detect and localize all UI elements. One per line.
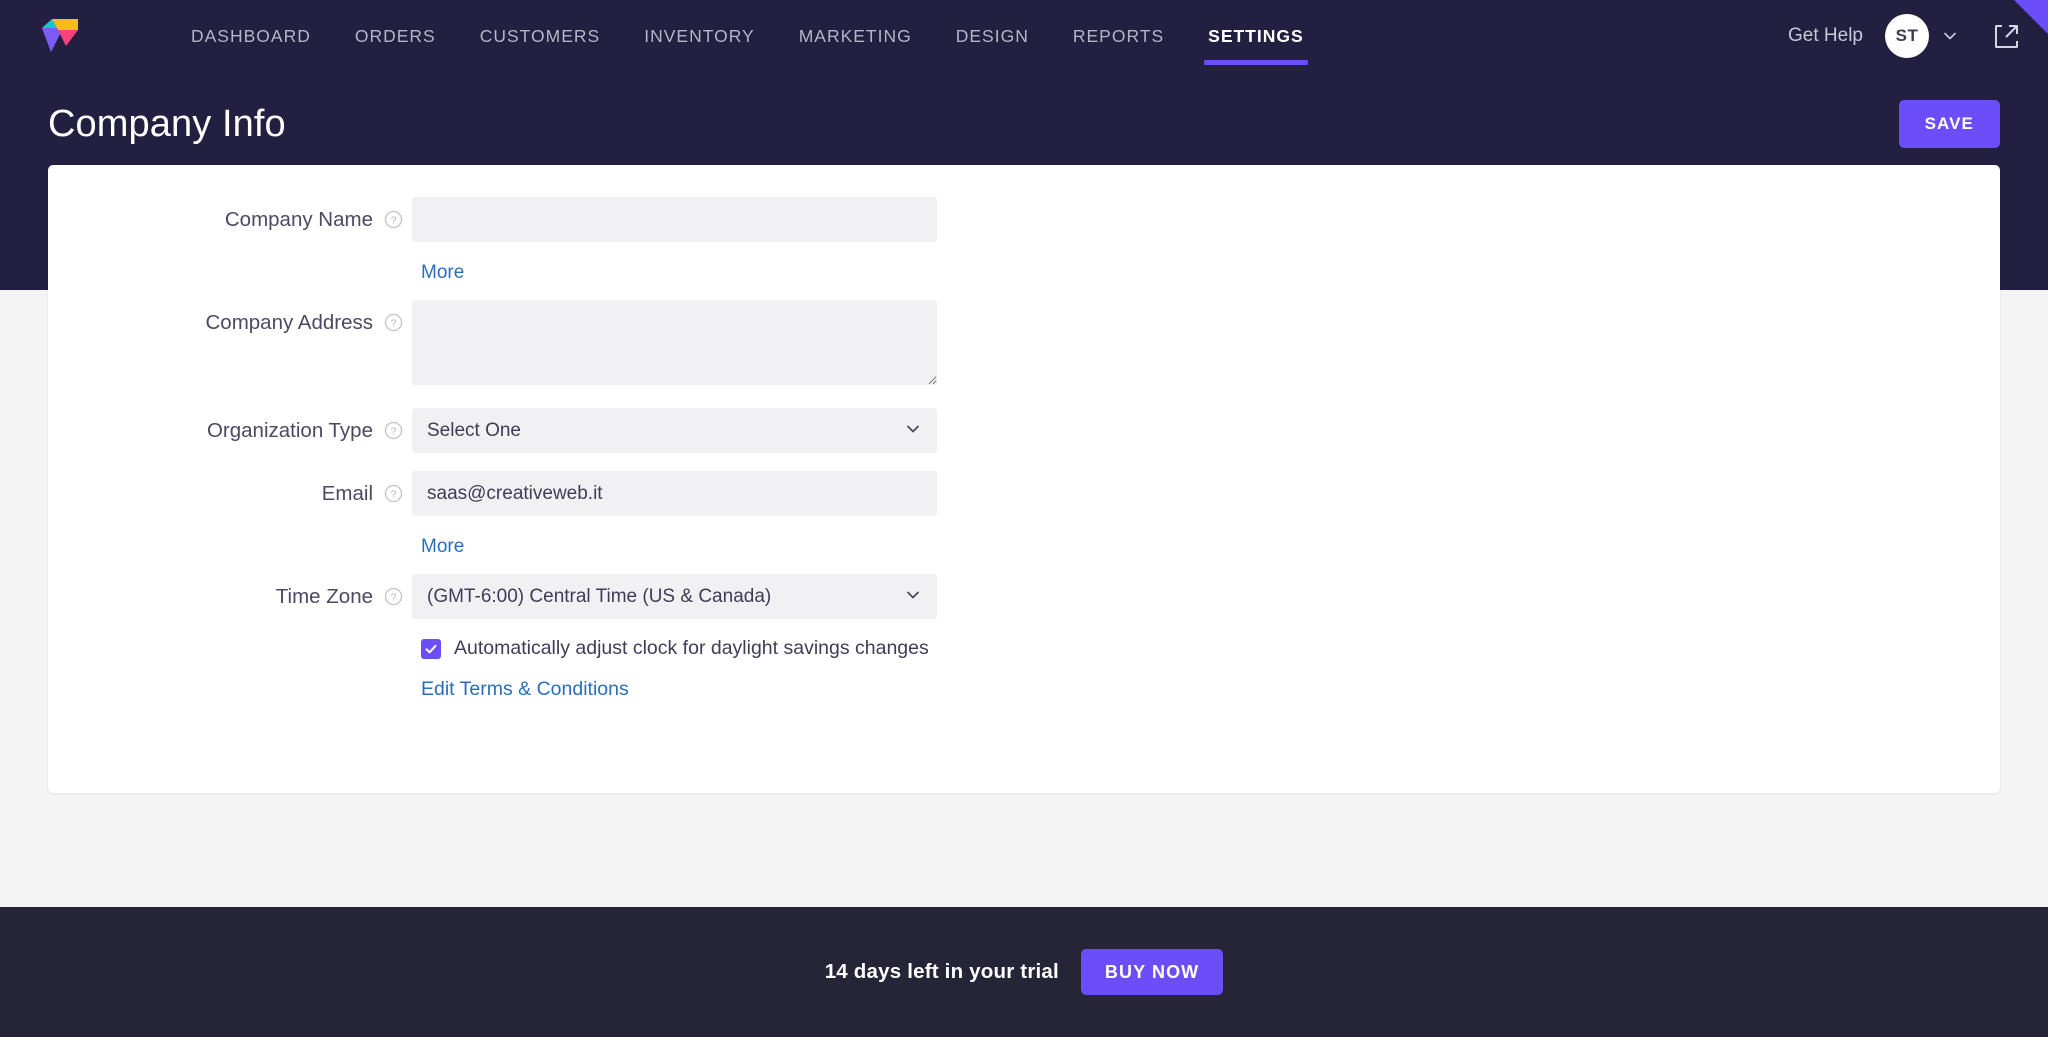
form-row-company-address: Company Address ? [48,300,2000,385]
nav-item-label: ORDERS [354,25,436,46]
nav-item-marketing[interactable]: MARKETING [777,0,934,72]
more-link-company-name[interactable]: More [421,262,464,284]
buy-now-button[interactable]: BUY NOW [1080,949,1224,995]
time-zone-select[interactable]: (GMT-6:00) Central Time (US & Canada) [412,574,937,619]
nav-item-customers[interactable]: CUSTOMERS [458,0,623,72]
daylight-savings-label: Automatically adjust clock for daylight … [454,637,929,659]
nav-item-label: REPORTS [1072,25,1165,46]
trial-status-text: 14 days left in your trial [824,960,1059,983]
help-icon[interactable]: ? [384,484,403,503]
company-info-form: Company Name ? More Company Address ? Or… [48,165,2000,701]
svg-text:?: ? [391,426,397,438]
organization-type-value: Select One [427,419,521,441]
get-help-link[interactable]: Get Help [1788,25,1863,47]
chevron-down-icon[interactable] [1941,27,1959,45]
svg-text:?: ? [391,215,397,227]
form-row-company-name: Company Name ? [48,197,2000,242]
save-button[interactable]: SAVE [1898,100,2000,148]
help-icon[interactable]: ? [384,210,403,229]
input-col-time-zone: (GMT-6:00) Central Time (US & Canada) [412,574,937,619]
label-email: Email ? [48,471,403,506]
label-company-name: Company Name ? [48,197,403,232]
field-label: Company Name [224,208,373,231]
nav-item-reports[interactable]: REPORTS [1051,0,1186,72]
page-title: Company Info [48,102,286,145]
nav-item-dashboard[interactable]: DASHBOARD [169,0,333,72]
form-row-email: Email ? [48,471,2000,516]
field-label: Organization Type [206,419,373,442]
label-time-zone: Time Zone ? [48,574,403,609]
input-col-organization-type: Select One [412,408,937,453]
help-icon[interactable]: ? [384,421,403,440]
form-row-time-zone: Time Zone ? (GMT-6:00) Central Time (US … [48,574,2000,619]
terms-row: Edit Terms & Conditions [421,660,2000,701]
external-link-icon[interactable] [1993,23,2020,50]
more-link-email[interactable]: More [421,536,464,558]
help-icon[interactable]: ? [384,587,403,606]
more-row-2: More [421,516,2000,574]
form-row-organization-type: Organization Type ? Select One [48,408,2000,453]
nav-item-inventory[interactable]: INVENTORY [622,0,776,72]
input-col-email [412,471,937,516]
edit-terms-link[interactable]: Edit Terms & Conditions [421,678,629,700]
company-address-textarea[interactable] [412,300,937,385]
avatar[interactable]: ST [1885,14,1929,58]
avatar-initials: ST [1895,26,1919,45]
svg-text:?: ? [391,318,397,330]
label-organization-type: Organization Type ? [48,408,403,443]
daylight-savings-checkbox[interactable] [421,638,441,659]
help-icon[interactable]: ? [384,313,403,332]
field-label: Company Address [205,311,373,334]
nav-item-design[interactable]: DESIGN [934,0,1051,72]
time-zone-value: (GMT-6:00) Central Time (US & Canada) [427,585,772,607]
nav-items: DASHBOARD ORDERS CUSTOMERS INVENTORY MAR… [169,0,1326,72]
field-label: Time Zone [275,585,373,608]
more-row-1: More [421,242,2000,300]
svg-text:?: ? [391,489,397,501]
nav-item-label: SETTINGS [1208,25,1304,46]
trial-footer-bar: 14 days left in your trial BUY NOW [0,907,2048,1037]
input-col-company-address [412,300,937,385]
company-name-input[interactable] [412,197,937,242]
nav-item-label: INVENTORY [644,25,755,46]
nav-item-orders[interactable]: ORDERS [333,0,458,72]
input-col-company-name [412,197,937,242]
svg-text:?: ? [391,592,397,604]
nav-right-cluster: Get Help ST [1788,0,2048,72]
field-label: Email [321,482,373,505]
organization-type-select-wrap: Select One [412,408,937,453]
company-info-card: Company Name ? More Company Address ? Or… [48,165,2000,793]
page-title-row: Company Info SAVE [0,86,2048,162]
nav-item-settings[interactable]: SETTINGS [1186,0,1326,72]
daylight-savings-row: Automatically adjust clock for daylight … [421,619,2000,660]
email-input[interactable] [412,471,937,516]
nav-item-label: MARKETING [798,25,912,46]
time-zone-select-wrap: (GMT-6:00) Central Time (US & Canada) [412,574,937,619]
nav-item-label: CUSTOMERS [479,25,601,46]
nav-item-label: DESIGN [955,25,1029,46]
top-navigation-bar: DASHBOARD ORDERS CUSTOMERS INVENTORY MAR… [0,0,2048,72]
organization-type-select[interactable]: Select One [412,408,937,453]
nav-item-label: DASHBOARD [191,25,311,46]
label-company-address: Company Address ? [48,300,403,335]
app-logo[interactable] [38,12,82,60]
